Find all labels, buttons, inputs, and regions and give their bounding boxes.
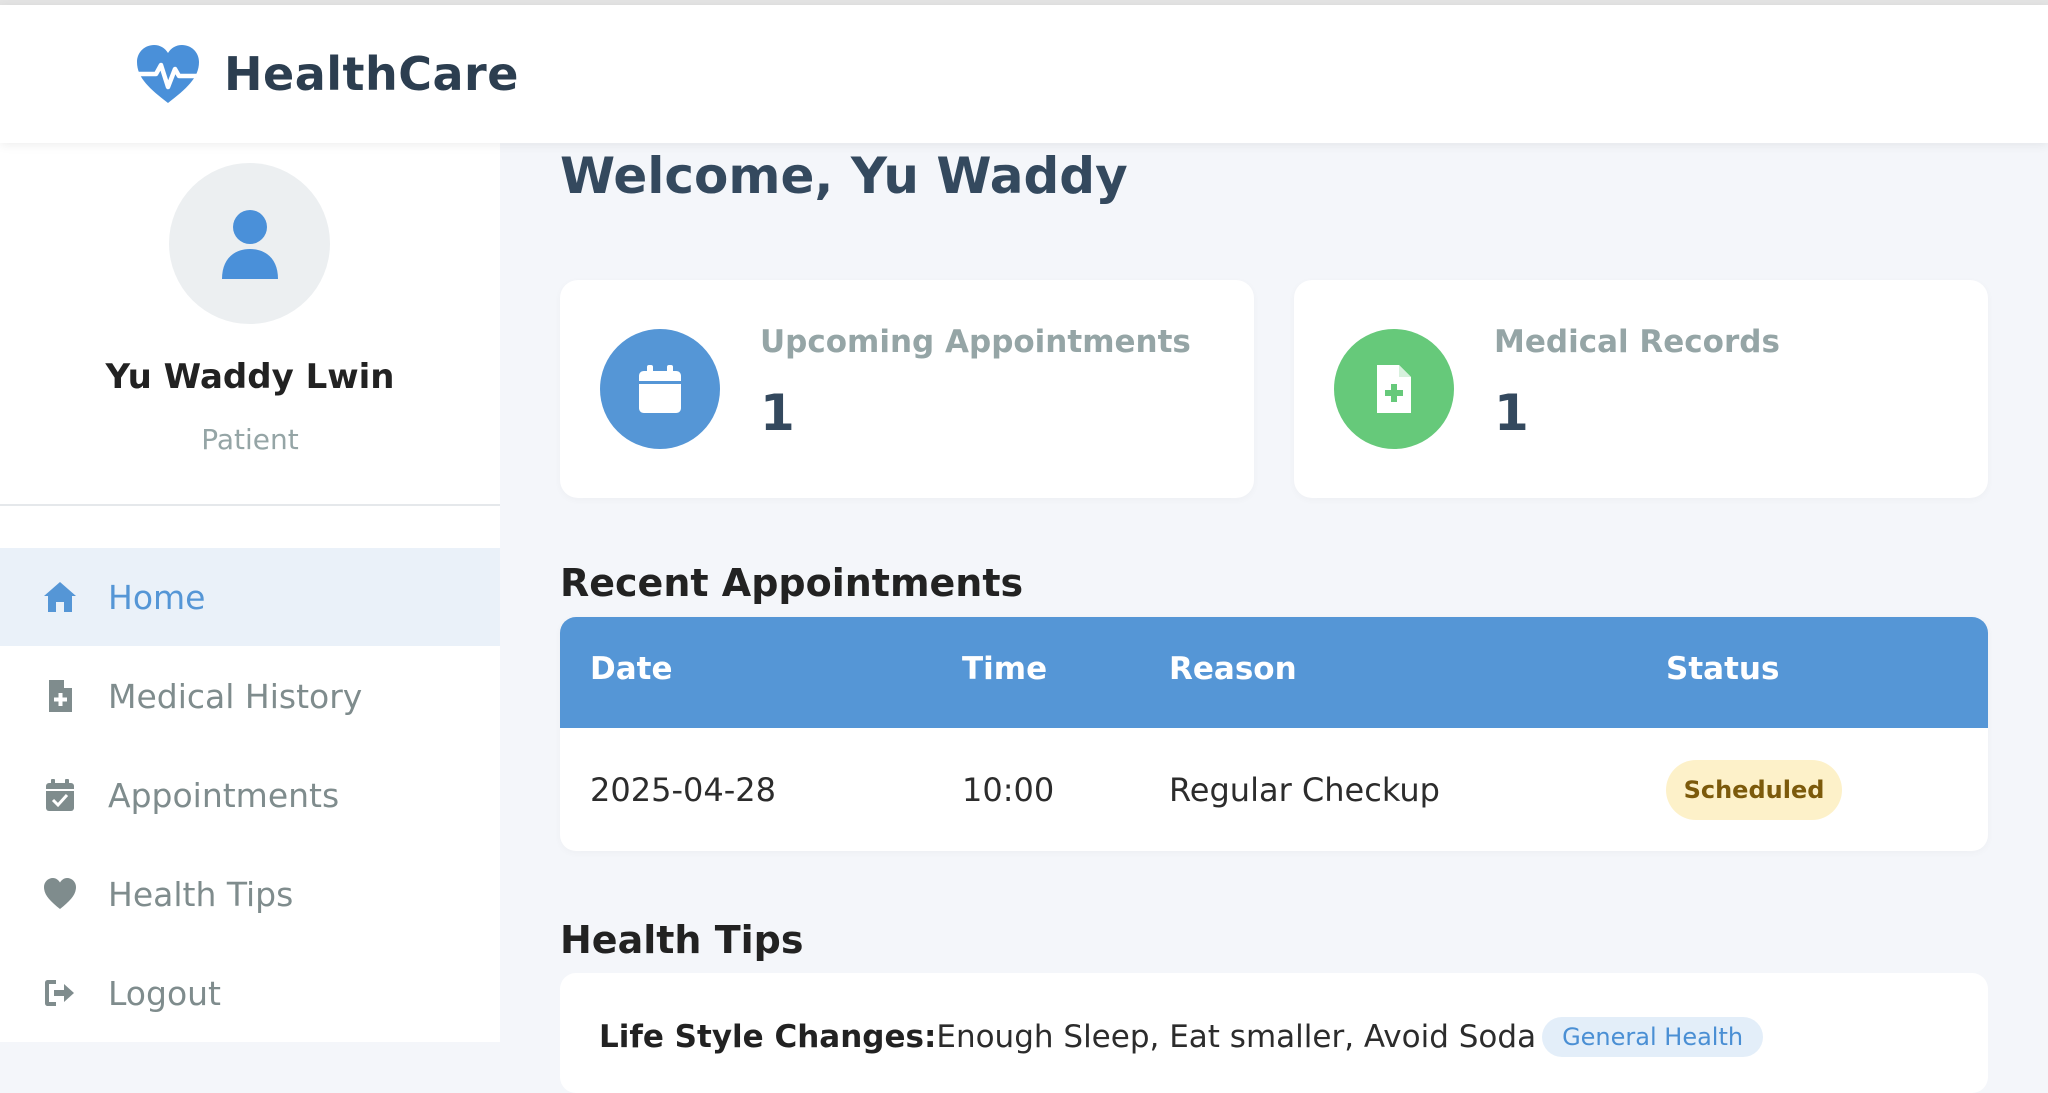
calendar-check-icon — [40, 775, 80, 815]
profile-role: Patient — [201, 423, 299, 456]
stat-label: Upcoming Appointments — [760, 324, 1191, 360]
sidebar-item-logout[interactable]: Logout — [0, 944, 500, 1042]
cell-reason: Regular Checkup — [1169, 771, 1440, 809]
column-header-status: Status — [1666, 651, 1780, 687]
avatar — [169, 163, 330, 324]
top-navbar: HealthCare — [0, 5, 2048, 143]
sidebar-item-medical-history[interactable]: Medical History — [0, 647, 500, 745]
tip-title: Life Style Changes: — [599, 1019, 937, 1055]
calendar-icon — [639, 365, 681, 413]
column-header-date: Date — [590, 651, 673, 687]
brand-logo[interactable]: HealthCare — [134, 43, 519, 105]
user-icon — [221, 209, 278, 279]
health-tips-title: Health Tips — [560, 918, 804, 962]
heart-pulse-icon — [134, 45, 202, 103]
column-header-time: Time — [962, 651, 1048, 687]
home-icon — [40, 577, 80, 617]
stat-value: 1 — [760, 384, 795, 442]
sidebar-item-label: Health Tips — [108, 874, 294, 914]
table-header: Date Time Reason Status — [560, 617, 1988, 728]
stat-label: Medical Records — [1494, 324, 1780, 360]
list-item: Life Style Changes: Enough Sleep, Eat sm… — [599, 1017, 1764, 1057]
sidebar-item-label: Appointments — [108, 775, 340, 815]
page-title: Welcome, Yu Waddy — [560, 147, 1128, 205]
divider — [0, 504, 500, 506]
heart-icon — [40, 874, 80, 914]
tip-category-badge[interactable]: General Health — [1542, 1017, 1764, 1057]
stat-icon-circle — [1334, 329, 1454, 449]
sidebar-item-label: Logout — [108, 973, 221, 1013]
file-medical-icon — [40, 676, 80, 716]
column-header-reason: Reason — [1169, 651, 1297, 687]
status-badge: Scheduled — [1666, 760, 1842, 820]
sidebar: Yu Waddy Lwin Patient Home Medical Histo… — [0, 143, 500, 1042]
main-content: Welcome, Yu Waddy Upcoming Appointments … — [500, 143, 2048, 1093]
appointments-table: Date Time Reason Status 2025-04-28 10:00… — [560, 617, 1988, 851]
stat-card-appointments[interactable]: Upcoming Appointments 1 — [560, 280, 1254, 498]
sign-out-icon — [40, 973, 80, 1013]
brand-name: HealthCare — [224, 47, 519, 101]
file-medical-icon — [1377, 365, 1411, 413]
stat-value: 1 — [1494, 384, 1529, 442]
sidebar-item-home[interactable]: Home — [0, 548, 500, 646]
stat-icon-circle — [600, 329, 720, 449]
recent-appointments-title: Recent Appointments — [560, 561, 1024, 605]
sidebar-item-appointments[interactable]: Appointments — [0, 746, 500, 844]
sidebar-item-health-tips[interactable]: Health Tips — [0, 845, 500, 943]
sidebar-item-label: Medical History — [108, 676, 363, 716]
stat-card-medical-records[interactable]: Medical Records 1 — [1294, 280, 1988, 498]
tip-text: Enough Sleep, Eat smaller, Avoid Soda — [936, 1019, 1537, 1055]
cell-date: 2025-04-28 — [590, 771, 776, 809]
cell-time: 10:00 — [962, 771, 1055, 809]
sidebar-item-label: Home — [108, 577, 206, 617]
profile-name: Yu Waddy Lwin — [105, 357, 395, 397]
health-tips-card: Life Style Changes: Enough Sleep, Eat sm… — [560, 973, 1988, 1093]
